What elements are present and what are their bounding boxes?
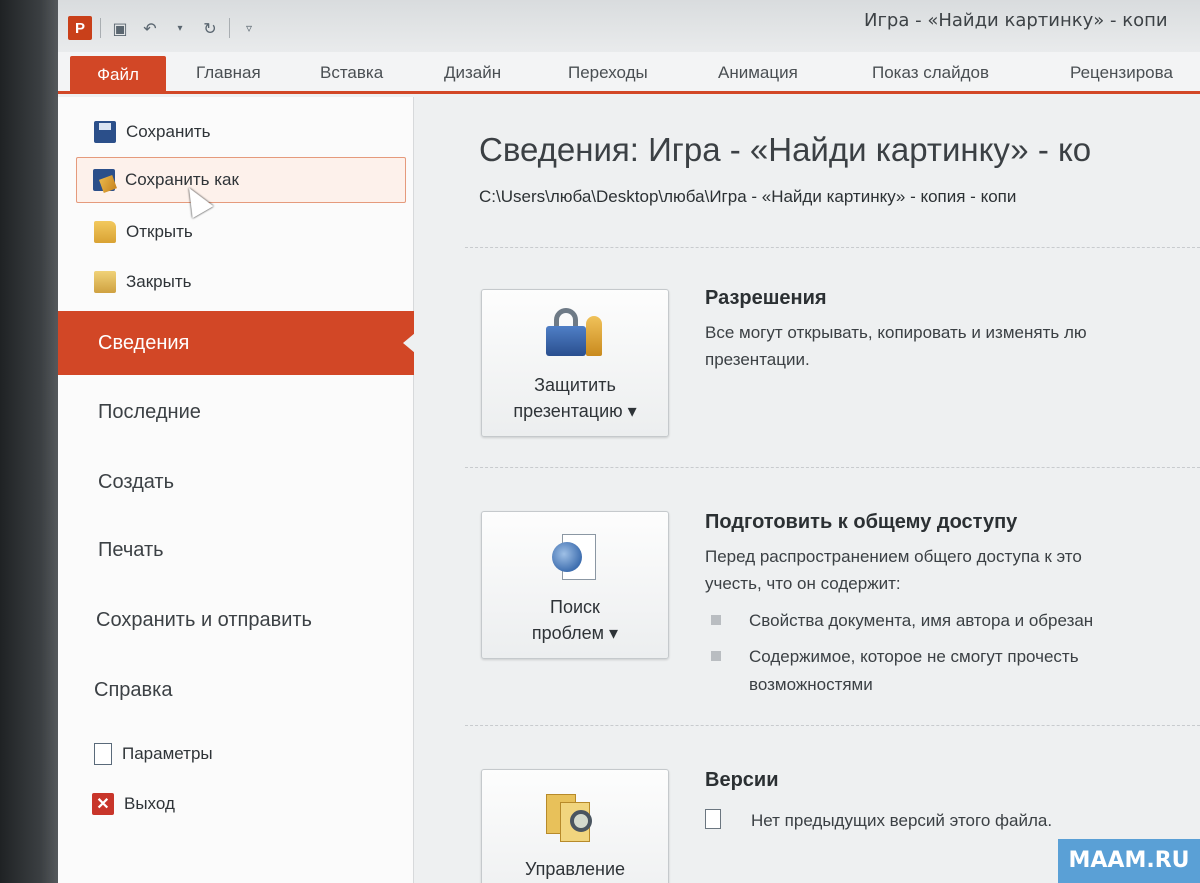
nav-print[interactable]: Печать — [98, 539, 164, 562]
versions-text: Нет предыдущих версий этого файла. — [751, 811, 1053, 830]
tab-home[interactable]: Главная — [196, 58, 261, 92]
tab-design[interactable]: Дизайн — [444, 58, 501, 92]
title-bar: P ▣ ↶ ▾ ↻ ▿ Игра - «Найди картинку» - ко… — [58, 0, 1200, 52]
nav-new[interactable]: Создать — [98, 471, 174, 494]
powerpoint-window: P ▣ ↶ ▾ ↻ ▿ Игра - «Найди картинку» - ко… — [58, 0, 1200, 883]
exit-icon: ✕ — [92, 793, 114, 815]
inspect-document-icon — [552, 534, 598, 584]
save-as-icon — [93, 169, 115, 191]
tab-insert[interactable]: Вставка — [320, 58, 383, 92]
save-as-command[interactable]: Сохранить как — [76, 157, 406, 203]
quick-access-toolbar: P ▣ ↶ ▾ ↻ ▿ — [68, 16, 260, 40]
nav-info[interactable]: Сведения — [58, 311, 415, 375]
exit-command[interactable]: ✕ Выход — [92, 783, 175, 825]
bullet-icon — [711, 615, 721, 625]
divider — [465, 725, 1200, 726]
tab-animations[interactable]: Анимация — [718, 58, 798, 92]
document-icon — [705, 809, 721, 829]
powerpoint-logo-icon[interactable]: P — [68, 16, 92, 40]
file-path: C:\Users\люба\Desktop\люба\Игра - «Найди… — [479, 187, 1017, 206]
prepare-bullet-2a: Содержимое, которое не смогут прочесть — [749, 647, 1079, 666]
backstage-nav: Сохранить Сохранить как Открыть Закрыть … — [58, 97, 415, 883]
monitor-bezel — [0, 0, 58, 883]
close-command[interactable]: Закрыть — [94, 261, 191, 303]
close-command-label: Закрыть — [126, 272, 192, 291]
save-command[interactable]: Сохранить — [94, 111, 210, 153]
nav-help[interactable]: Справка — [94, 679, 172, 702]
protect-presentation-button[interactable]: Защитить презентацию ▾ — [481, 289, 669, 437]
watermark-logo: MAAM.RU — [1058, 839, 1200, 883]
divider — [465, 247, 1200, 248]
manage-versions-button[interactable]: Управление — [481, 769, 669, 883]
tab-file[interactable]: Файл — [70, 56, 166, 94]
info-pane: Сведения: Игра - «Найди картинку» - ко C… — [415, 97, 1200, 883]
tab-slideshow[interactable]: Показ слайдов — [872, 58, 989, 92]
lock-icon — [546, 308, 586, 356]
prepare-text-1: Перед распространением общего доступа к … — [705, 547, 1082, 566]
toolbar-separator — [100, 18, 101, 38]
manage-button-label: Управление — [524, 859, 626, 879]
exit-command-label: Выход — [124, 794, 175, 813]
dropdown-arrow-icon[interactable]: ▾ — [169, 17, 191, 39]
permissions-text-2: презентации. — [705, 350, 810, 369]
protect-button-label-1: Защитить — [534, 375, 616, 395]
redo-icon[interactable]: ↻ — [199, 17, 221, 39]
toolbar-separator — [229, 18, 230, 38]
manage-versions-icon — [546, 790, 600, 844]
versions-title: Версии — [705, 769, 779, 791]
open-command[interactable]: Открыть — [94, 211, 193, 253]
customize-toolbar-icon[interactable]: ▿ — [238, 17, 260, 39]
options-command[interactable]: Параметры — [94, 733, 213, 775]
permissions-text-1: Все могут открывать, копировать и изменя… — [705, 323, 1087, 342]
ribbon-tabs: Файл Главная Вставка Дизайн Переходы Ани… — [58, 52, 1200, 94]
close-folder-icon — [94, 271, 116, 293]
window-title: Игра - «Найди картинку» - копи — [864, 10, 1168, 31]
save-icon[interactable]: ▣ — [109, 17, 131, 39]
check-button-label-1: Поиск — [550, 597, 600, 617]
open-folder-icon — [94, 221, 116, 243]
permissions-title: Разрешения — [705, 287, 827, 309]
save-as-command-label: Сохранить как — [125, 170, 239, 189]
key-icon — [586, 316, 602, 356]
divider — [465, 467, 1200, 468]
undo-icon[interactable]: ↶ — [139, 17, 161, 39]
protect-button-label-2: презентацию ▾ — [513, 401, 637, 421]
save-icon — [94, 121, 116, 143]
prepare-title: Подготовить к общему доступу — [705, 511, 1018, 533]
prepare-bullet-2b: возможностями — [749, 675, 873, 694]
check-for-issues-button[interactable]: Поиск проблем ▾ — [481, 511, 669, 659]
prepare-text-2: учесть, что он содержит: — [705, 574, 901, 593]
nav-recent[interactable]: Последние — [98, 401, 201, 424]
nav-save-and-send[interactable]: Сохранить и отправить — [96, 609, 312, 632]
page-title: Сведения: Игра - «Найди картинку» - ко — [479, 131, 1092, 168]
check-button-label-2: проблем ▾ — [531, 623, 619, 643]
bullet-icon — [711, 651, 721, 661]
open-command-label: Открыть — [126, 222, 193, 241]
prepare-bullet-1: Свойства документа, имя автора и обрезан — [749, 611, 1094, 630]
tab-transitions[interactable]: Переходы — [568, 58, 648, 92]
options-command-label: Параметры — [122, 744, 213, 763]
options-icon — [94, 743, 112, 765]
save-command-label: Сохранить — [126, 122, 211, 141]
tab-review[interactable]: Рецензирова — [1070, 58, 1173, 92]
